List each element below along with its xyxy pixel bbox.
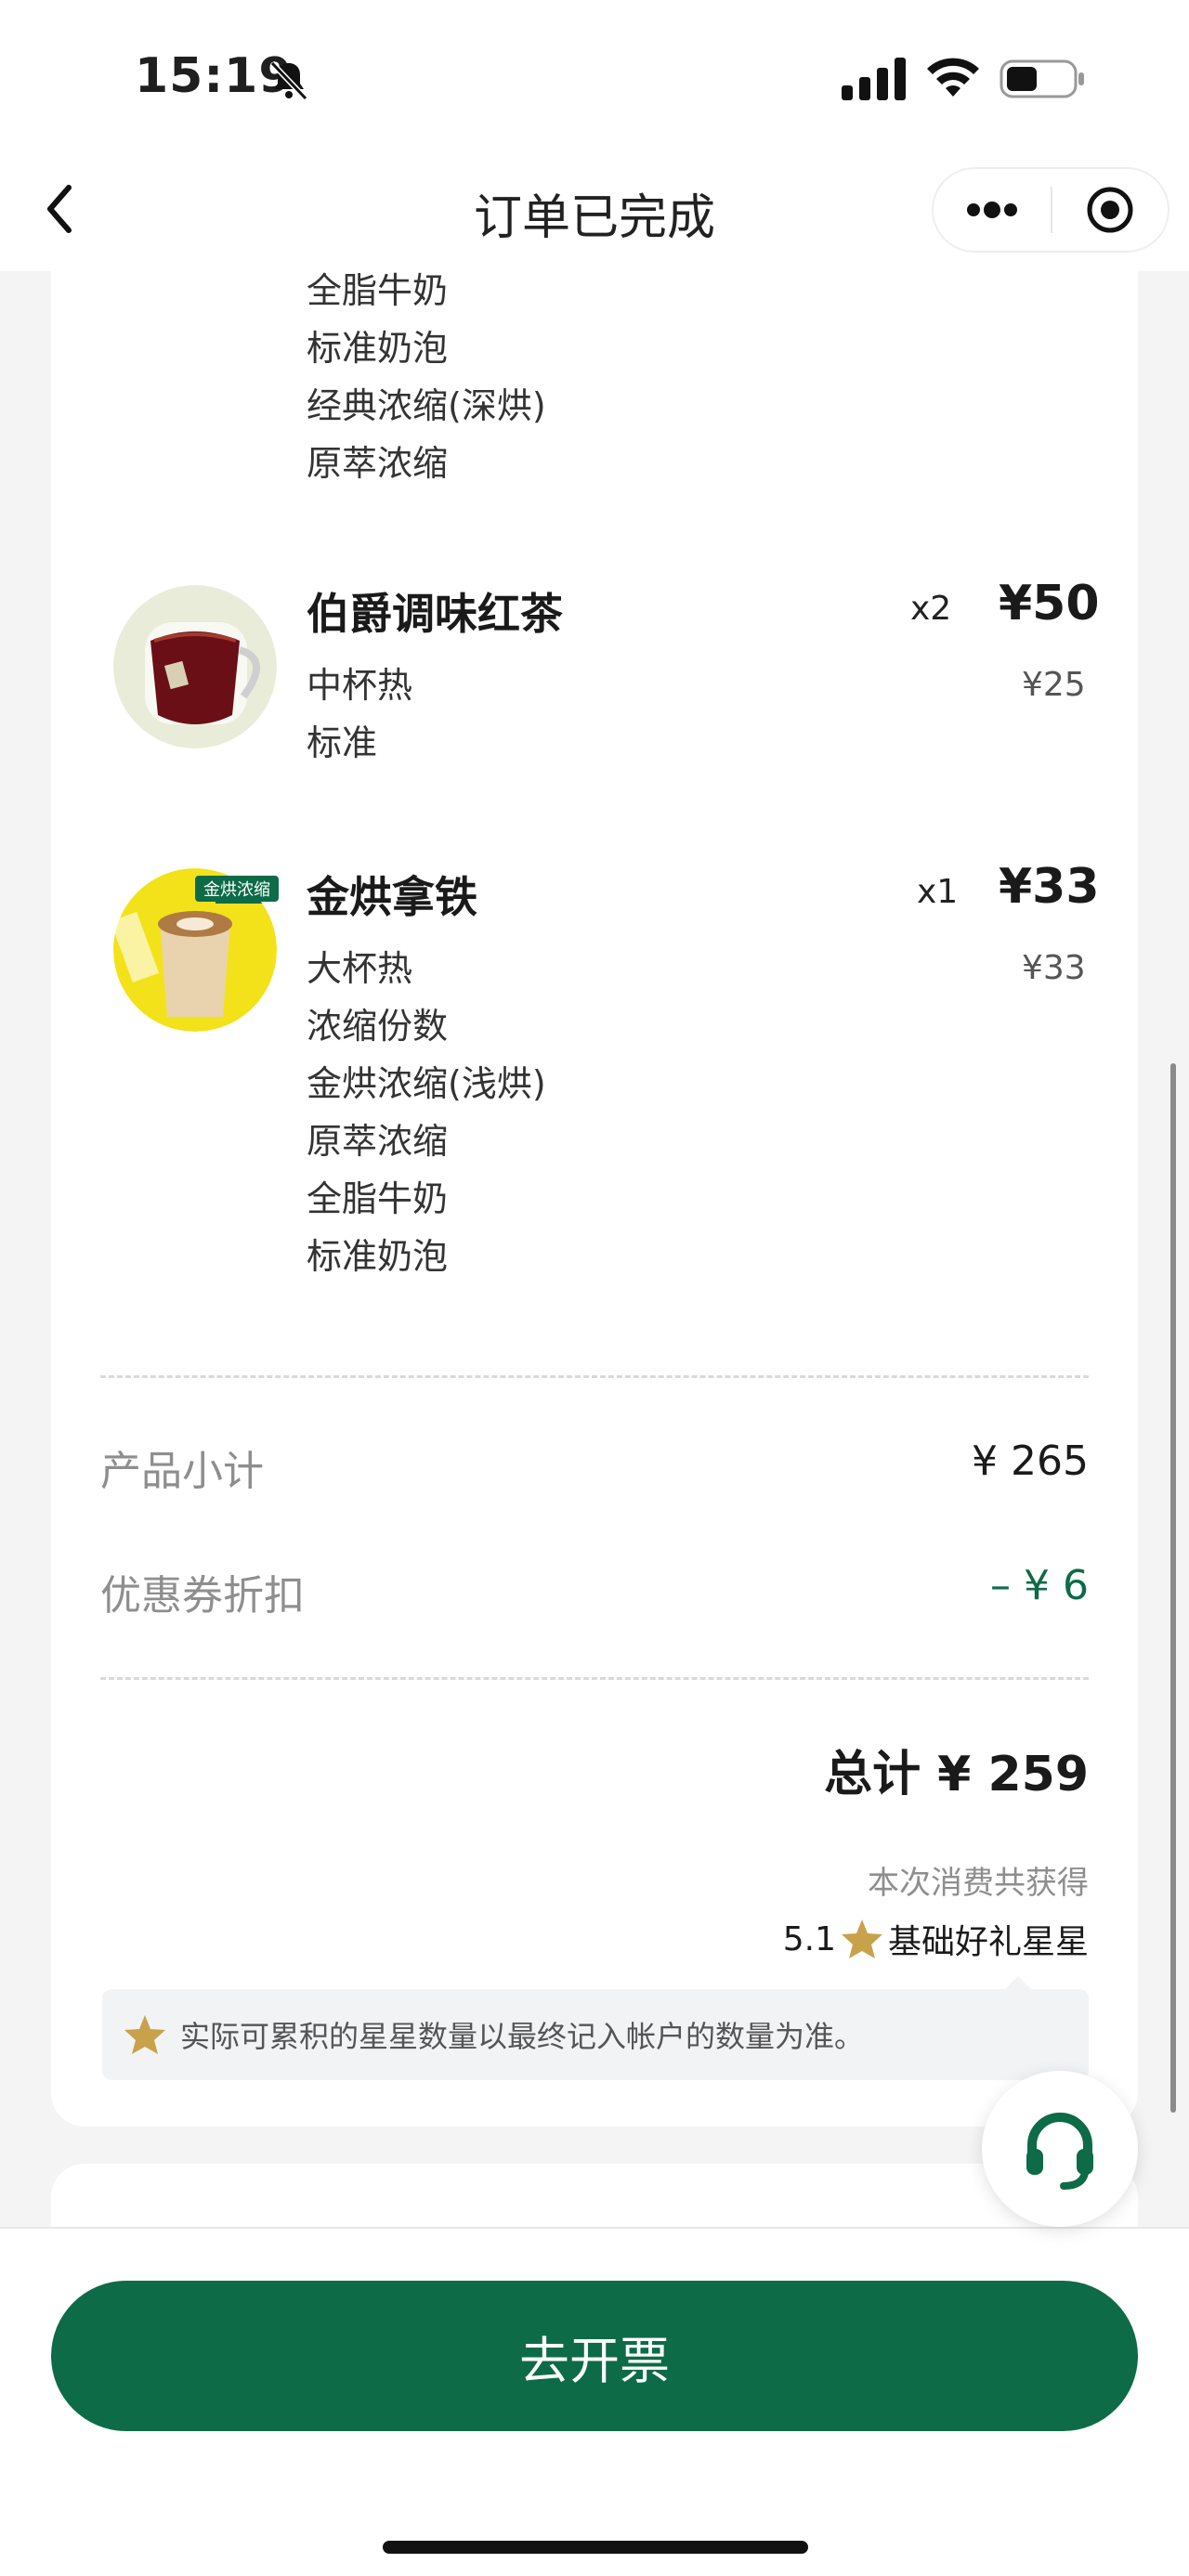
close-button[interactable] <box>1052 167 1168 253</box>
bottom-bar: 去开票 <box>0 2227 1189 2576</box>
subtotal-value: ¥ 265 <box>972 1438 1089 1485</box>
product-badge: 金烘浓缩 <box>195 876 279 902</box>
option-text: 中杯热 <box>307 665 413 706</box>
earn-label: 基础好礼星星 <box>887 1923 1089 1961</box>
divider <box>100 1677 1089 1680</box>
option-text: 大杯热 <box>307 948 413 989</box>
item-name: 金烘拿铁 <box>307 872 477 922</box>
item-options: 全脂牛奶 标准奶泡 经典浓缩(深烘) 原萃浓缩 <box>307 262 546 492</box>
product-image-tea <box>113 585 277 748</box>
option-text: 原萃浓缩 <box>307 443 449 484</box>
coupon-label: 优惠券折扣 <box>100 1572 305 1620</box>
signal-icon <box>842 58 906 100</box>
wifi-icon <box>927 58 979 97</box>
target-icon <box>1087 187 1133 233</box>
option-text: 标准奶泡 <box>307 328 449 369</box>
option-text: 标准奶泡 <box>307 1236 449 1277</box>
top-bar: 15:19 订单已完成 <box>0 0 1189 271</box>
headset-icon <box>1026 2113 1093 2190</box>
invoice-button[interactable]: 去开票 <box>51 2281 1138 2431</box>
item-qty: x1 <box>917 873 959 911</box>
stars-note: 实际可累积的星星数量以最终记入帐户的数量为准。 <box>102 1976 1089 2080</box>
divider <box>100 1375 1089 1378</box>
earn-line: 5.1 基础好礼星星 <box>783 1915 1089 1963</box>
option-text: 全脂牛奶 <box>307 1178 449 1219</box>
customer-service-button[interactable] <box>982 2071 1138 2227</box>
coupon-value: – ¥ 6 <box>990 1562 1089 1609</box>
battery-icon <box>1000 59 1084 98</box>
item-options: 中杯热 标准 <box>307 657 412 772</box>
order-total: 总计 ¥ 259 <box>824 1747 1089 1802</box>
earn-amount: 5.1 <box>782 1919 836 1958</box>
item-unit-price: ¥25 <box>1022 666 1086 704</box>
item-unit-price: ¥33 <box>1022 949 1086 987</box>
scrollbar[interactable] <box>1170 1063 1176 2113</box>
star-icon <box>124 2015 165 2054</box>
item-options: 大杯热 浓缩份数 金烘浓缩(浅烘) 原萃浓缩 全脂牛奶 标准奶泡 <box>307 940 546 1285</box>
option-text: 标准 <box>307 722 378 763</box>
item-name: 伯爵调味红茶 <box>307 589 563 639</box>
item-price: ¥33 <box>999 859 1100 915</box>
option-text: 浓缩份数 <box>307 1006 449 1047</box>
option-text: 经典浓缩(深烘) <box>307 385 546 426</box>
order-card: 全脂牛奶 标准奶泡 经典浓缩(深烘) 原萃浓缩 伯爵调味红茶 x2 ¥50 ¥2… <box>51 251 1138 2127</box>
option-text: 金烘浓缩(浅烘) <box>307 1063 546 1104</box>
option-text: 原萃浓缩 <box>307 1121 449 1162</box>
bell-slash-icon <box>269 60 308 101</box>
note-text: 实际可累积的星星数量以最终记入帐户的数量为准。 <box>180 2019 865 2054</box>
subtotal-label: 产品小计 <box>100 1448 264 1495</box>
home-indicator <box>383 2541 808 2554</box>
more-button[interactable] <box>934 167 1051 253</box>
earn-caption: 本次消费共获得 <box>868 1865 1089 1902</box>
mini-program-capsule <box>932 167 1169 253</box>
star-icon <box>841 1919 882 1958</box>
item-price: ¥50 <box>999 576 1100 631</box>
item-qty: x2 <box>910 590 952 628</box>
more-icon <box>967 202 1017 218</box>
note-pointer <box>1003 1976 1033 1991</box>
